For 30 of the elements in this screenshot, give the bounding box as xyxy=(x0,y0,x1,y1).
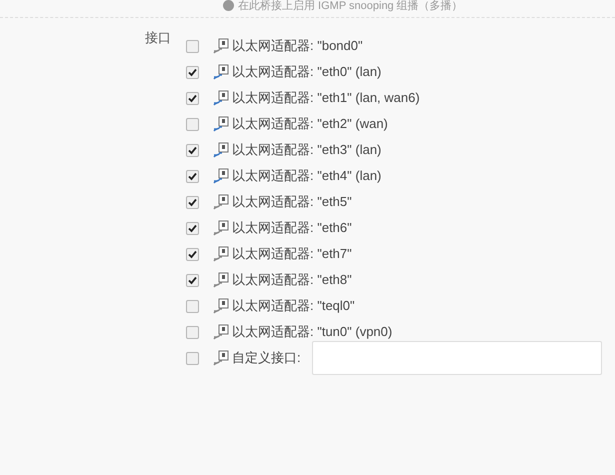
custom-interface-field[interactable] xyxy=(312,341,602,375)
checkbox[interactable] xyxy=(186,248,198,260)
interface-label: 以太网适配器: "eth5" xyxy=(232,193,352,212)
interface-label: 以太网适配器: "tun0" (vpn0) xyxy=(232,323,392,342)
interface-label: 以太网适配器: "eth0" (lan) xyxy=(232,63,382,82)
checkbox[interactable] xyxy=(186,222,198,234)
interface-label: 以太网适配器: "eth8" xyxy=(232,271,352,290)
interface-label: 以太网适配器: "eth2" (wan) xyxy=(232,115,388,134)
interface-label: 自定义接口: xyxy=(232,349,301,368)
checkbox[interactable] xyxy=(186,66,198,78)
interface-label: 以太网适配器: "eth6" xyxy=(232,219,352,238)
hint-text: 在此桥接上启用 IGMP snooping 组播（多播） xyxy=(238,0,463,12)
checkbox[interactable] xyxy=(186,300,198,312)
interface-label: 以太网适配器: "eth3" (lan) xyxy=(232,141,382,160)
checkbox[interactable] xyxy=(186,170,198,182)
field-label: 接口 xyxy=(145,29,171,46)
checkbox[interactable] xyxy=(186,274,198,286)
checkbox[interactable] xyxy=(186,326,198,338)
interface-label: 以太网适配器: "teql0" xyxy=(232,297,355,316)
checkbox[interactable] xyxy=(186,40,198,52)
interface-label: 以太网适配器: "bond0" xyxy=(232,37,363,56)
interface-label: 以太网适配器: "eth7" xyxy=(232,245,352,264)
interface-label: 以太网适配器: "eth1" (lan, wan6) xyxy=(232,89,420,108)
checkbox[interactable] xyxy=(186,118,198,130)
checkbox[interactable] xyxy=(186,144,198,156)
info-icon xyxy=(223,0,234,11)
interface-label: 以太网适配器: "eth4" (lan) xyxy=(232,167,382,186)
checkbox[interactable] xyxy=(186,92,198,104)
checkbox[interactable] xyxy=(186,196,198,208)
checkbox[interactable] xyxy=(186,352,198,364)
